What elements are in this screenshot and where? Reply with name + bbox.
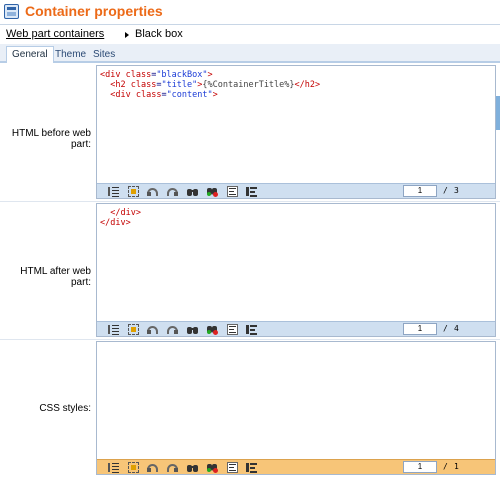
code-token: "content"	[166, 90, 213, 100]
code-token: class	[125, 70, 152, 80]
code-token: "blackBox"	[156, 70, 208, 80]
undo-icon[interactable]	[147, 186, 158, 197]
format-icon[interactable]	[227, 186, 238, 197]
code-token: </div>	[100, 208, 141, 218]
format-icon[interactable]	[227, 462, 238, 473]
form-content: HTML before web part: <div class="blackB…	[0, 63, 500, 479]
page-title: Container properties	[25, 3, 163, 19]
css-styles-label: CSS styles:	[39, 403, 91, 414]
code-token: <div	[110, 90, 136, 100]
html-after-toolbar: 1 / 4	[97, 321, 495, 336]
tab-general[interactable]: General	[6, 46, 54, 63]
css-styles-code[interactable]	[97, 342, 495, 350]
indent-icon[interactable]	[246, 186, 257, 197]
html-after-editor[interactable]: </div> </div> 1 / 4	[96, 203, 496, 337]
select-all-icon[interactable]	[128, 324, 139, 335]
page-separator: /	[443, 186, 448, 195]
page-separator: /	[443, 462, 448, 471]
code-token: >	[212, 90, 218, 100]
code-token: {%ContainerTitle%}	[202, 80, 295, 90]
undo-icon[interactable]	[147, 462, 158, 473]
header: Container properties	[0, 0, 500, 24]
tab-theme[interactable]: Theme	[49, 46, 92, 63]
html-before-label: HTML before web part:	[11, 128, 91, 150]
line-numbers-icon[interactable]	[108, 462, 119, 473]
redo-icon[interactable]	[167, 186, 178, 197]
code-token: </h2>	[294, 80, 321, 90]
page-number-input[interactable]: 1	[403, 185, 437, 197]
replace-icon[interactable]	[207, 462, 218, 473]
page-number-input[interactable]: 1	[403, 323, 437, 335]
indent-icon[interactable]	[246, 324, 257, 335]
css-styles-editor[interactable]: 1 / 1	[96, 341, 496, 475]
code-token: <h2	[110, 80, 131, 90]
container-icon	[4, 4, 19, 19]
redo-icon[interactable]	[167, 462, 178, 473]
tab-sites[interactable]: Sites	[87, 46, 121, 63]
html-before-toolbar: 1 / 3	[97, 183, 495, 198]
css-styles-toolbar: 1 / 1	[97, 459, 495, 474]
page-total: 3	[454, 186, 459, 195]
select-all-icon[interactable]	[128, 186, 139, 197]
code-token: "title"	[161, 80, 198, 90]
code-token: >	[207, 70, 213, 80]
html-after-code[interactable]: </div> </div>	[97, 204, 495, 232]
line-numbers-icon[interactable]	[108, 186, 119, 197]
html-before-editor[interactable]: <div class="blackBox"> <h2 class="title"…	[96, 65, 496, 199]
breadcrumb-arrow-icon	[125, 32, 129, 38]
page-separator: /	[443, 324, 448, 333]
redo-icon[interactable]	[167, 324, 178, 335]
select-all-icon[interactable]	[128, 462, 139, 473]
code-token: <div	[100, 70, 126, 80]
breadcrumb-current: Black box	[135, 28, 183, 40]
tab-bar: General Theme Sites	[0, 44, 500, 63]
html-before-code[interactable]: <div class="blackBox"> <h2 class="title"…	[97, 66, 495, 104]
find-icon[interactable]	[187, 462, 198, 473]
page-total: 4	[454, 324, 459, 333]
undo-icon[interactable]	[147, 324, 158, 335]
indent-icon[interactable]	[246, 462, 257, 473]
code-token: class	[130, 80, 157, 90]
code-token: class	[135, 90, 162, 100]
replace-icon[interactable]	[207, 324, 218, 335]
page-total: 1	[454, 462, 459, 471]
find-icon[interactable]	[187, 324, 198, 335]
page-number-input[interactable]: 1	[403, 461, 437, 473]
line-numbers-icon[interactable]	[108, 324, 119, 335]
row-divider	[0, 201, 500, 202]
breadcrumb: Web part containers Black box	[0, 24, 500, 44]
find-icon[interactable]	[187, 186, 198, 197]
row-divider	[0, 339, 500, 340]
breadcrumb-link-web-part-containers[interactable]: Web part containers	[6, 28, 104, 40]
format-icon[interactable]	[227, 324, 238, 335]
html-after-label: HTML after web part:	[20, 266, 91, 288]
code-token: </div>	[100, 218, 131, 228]
replace-icon[interactable]	[207, 186, 218, 197]
